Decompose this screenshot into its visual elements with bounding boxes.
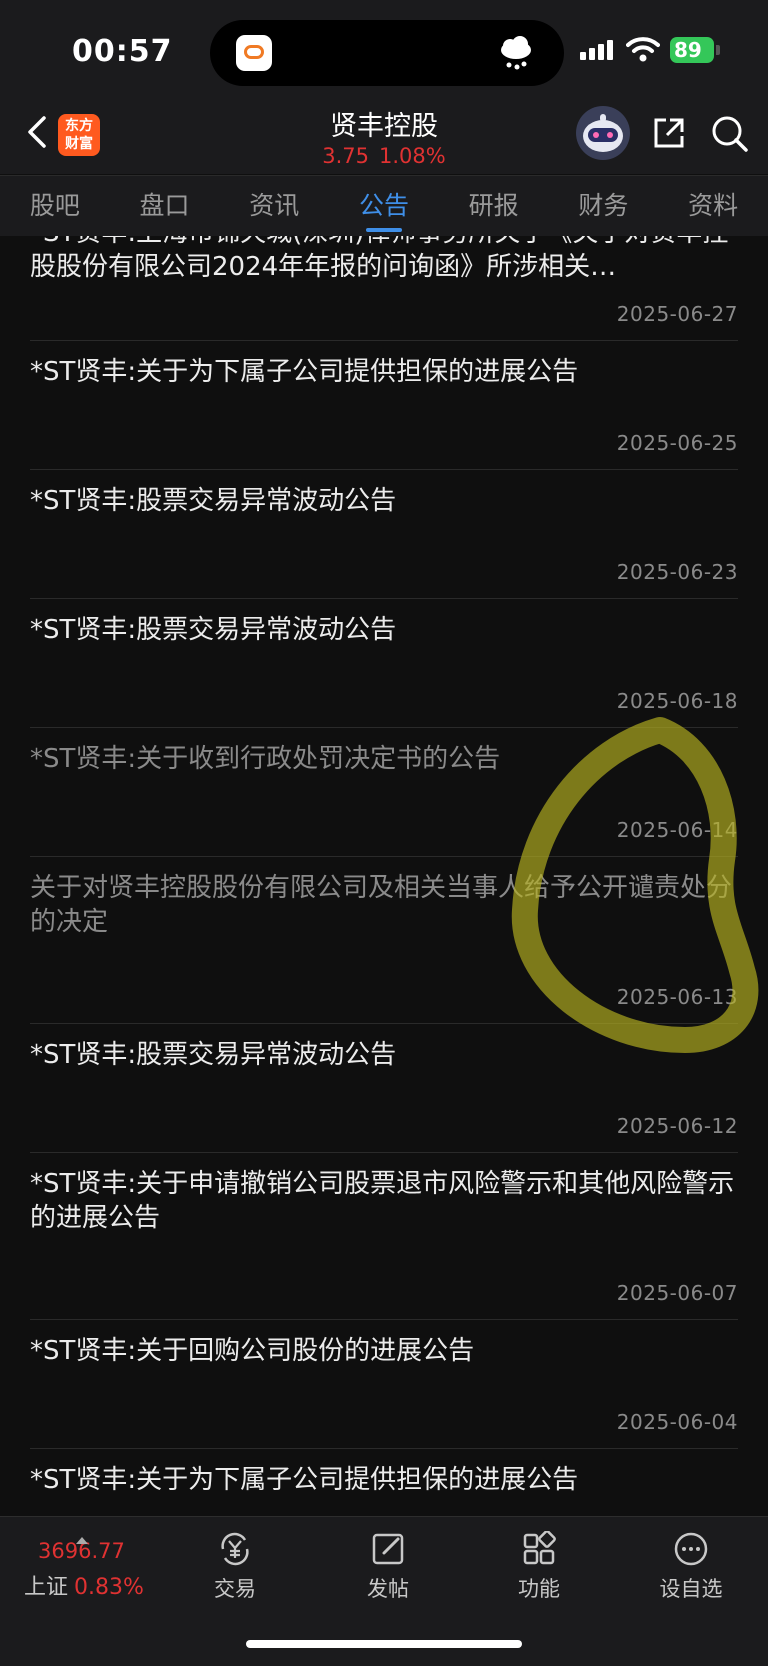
robot-icon [583,114,623,152]
assistant-robot-avatar[interactable] [576,106,630,160]
index-row: 上证 0.83% [24,1569,164,1601]
announcement-title: *ST贤丰:关于收到行政处罚决定书的公告 [30,744,501,774]
list-item[interactable]: *ST贤丰:关于为下属子公司提供担保的进展公告 2025-06-25 [30,341,738,470]
tab-finance[interactable]: 财务 [574,176,632,236]
eastmoney-logo[interactable]: 东方 财富 [58,114,100,156]
logo-text-bottom: 财富 [65,136,93,152]
cellular-signal-icon [580,40,616,60]
index-value: 3696.77 [38,1539,125,1563]
battery-level: 89 [674,38,702,62]
announcement-date: 2025-06-12 [616,1114,738,1138]
grid-icon [523,1531,556,1565]
status-bar: 00:57 89 [0,0,768,100]
announcement-list[interactable]: *ST贤丰:上海市锦天城(深圳)律师事务所关于《关于对贤丰控股股份有限公司202… [0,236,768,1516]
announcement-date: 2025-06-27 [616,302,738,326]
tab-announcements[interactable]: 公告 [355,176,413,236]
stock-header: 东方 财富 贤丰控股 3.75 1.08% [0,100,768,174]
list-item[interactable]: *ST贤丰:上海市锦天城(深圳)律师事务所关于《关于对贤丰控股股份有限公司202… [30,236,738,341]
list-item[interactable]: *ST贤丰:股票交易异常波动公告 2025-06-23 [30,470,738,599]
yuan-exchange-icon [221,1532,249,1566]
stock-change-pct: 1.08% [379,144,446,168]
list-item[interactable]: *ST贤丰:股票交易异常波动公告 2025-06-12 [30,1024,738,1153]
announcement-date: 2025-06-23 [616,560,738,584]
stock-tabs: 股吧 盘口 资讯 公告 研报 财务 资料 [0,175,768,236]
more-dots-icon [674,1532,708,1566]
battery-indicator: 89 [670,37,714,63]
market-index-widget[interactable]: 3696.77 上证 0.83% [24,1537,164,1601]
search-icon[interactable] [710,114,750,154]
nav-label: 功能 [518,1577,560,1601]
announcement-title: *ST贤丰:关于为下属子公司提供担保的进展公告 [30,1465,579,1495]
announcement-date: 2025-06-13 [616,985,738,1009]
announcement-date: 2025-06-04 [616,1410,738,1434]
expand-caret-icon [76,1537,88,1544]
list-item[interactable]: *ST贤丰:股票交易异常波动公告 2025-06-18 [30,599,738,728]
nav-add-watchlist[interactable]: 设自选 [636,1531,746,1603]
nav-label: 交易 [214,1577,256,1601]
tab-guba[interactable]: 股吧 [26,176,84,236]
stock-price: 3.75 [322,144,370,168]
tab-profile[interactable]: 资料 [684,176,742,236]
tab-research[interactable]: 研报 [465,176,523,236]
list-item[interactable]: *ST贤丰:关于为下属子公司提供担保的进展公告 [30,1449,738,1516]
nav-post[interactable]: 发帖 [333,1531,443,1603]
announcement-title: *ST贤丰:股票交易异常波动公告 [30,615,397,645]
logo-text-top: 东方 [65,118,93,134]
index-pct: 0.83% [74,1575,144,1600]
announcement-date: 2025-06-14 [616,818,738,842]
list-item[interactable]: 关于对贤丰控股股份有限公司及相关当事人给予公开谴责处分的决定 2025-06-1… [30,857,738,1024]
compose-icon [372,1533,404,1565]
announcement-title: *ST贤丰:股票交易异常波动公告 [30,486,397,516]
app-activity-icon [236,35,272,71]
announcement-title: *ST贤丰:关于为下属子公司提供担保的进展公告 [30,357,579,387]
tab-pankou[interactable]: 盘口 [136,176,194,236]
announcement-title: *ST贤丰:关于回购公司股份的进展公告 [30,1336,475,1366]
nav-functions[interactable]: 功能 [484,1531,594,1603]
nav-label: 发帖 [367,1577,409,1601]
tab-news[interactable]: 资讯 [245,176,303,236]
home-indicator[interactable] [246,1640,522,1648]
announcement-title: 关于对贤丰控股股份有限公司及相关当事人给予公开谴责处分的决定 [30,873,733,937]
index-name: 上证 [24,1575,69,1600]
back-chevron-icon[interactable] [22,112,52,152]
list-item[interactable]: *ST贤丰:关于收到行政处罚决定书的公告 2025-06-14 [30,728,738,857]
nav-label: 设自选 [659,1577,723,1601]
rain-cloud-icon [501,36,531,70]
status-time: 00:57 [72,34,173,69]
list-item[interactable]: *ST贤丰:关于回购公司股份的进展公告 2025-06-04 [30,1320,738,1449]
wifi-icon [626,37,660,62]
announcement-date: 2025-06-25 [616,431,738,455]
share-icon[interactable] [650,114,688,152]
announcement-title: *ST贤丰:关于申请撤销公司股票退市风险警示和其他风险警示的进展公告 [30,1169,735,1233]
list-item[interactable]: *ST贤丰:关于申请撤销公司股票退市风险警示和其他风险警示的进展公告 2025-… [30,1153,738,1320]
nav-trade[interactable]: 交易 [180,1531,290,1603]
announcement-date: 2025-06-07 [616,1281,738,1305]
announcement-title: *ST贤丰:上海市锦天城(深圳)律师事务所关于《关于对贤丰控股股份有限公司202… [30,236,728,282]
battery-tip [716,45,720,55]
stock-title: 贤丰控股 [330,111,438,142]
announcement-title: *ST贤丰:股票交易异常波动公告 [30,1040,397,1070]
dynamic-island [210,20,564,86]
announcement-date: 2025-06-18 [616,689,738,713]
stock-price-row: 3.75 1.08% [284,144,484,168]
